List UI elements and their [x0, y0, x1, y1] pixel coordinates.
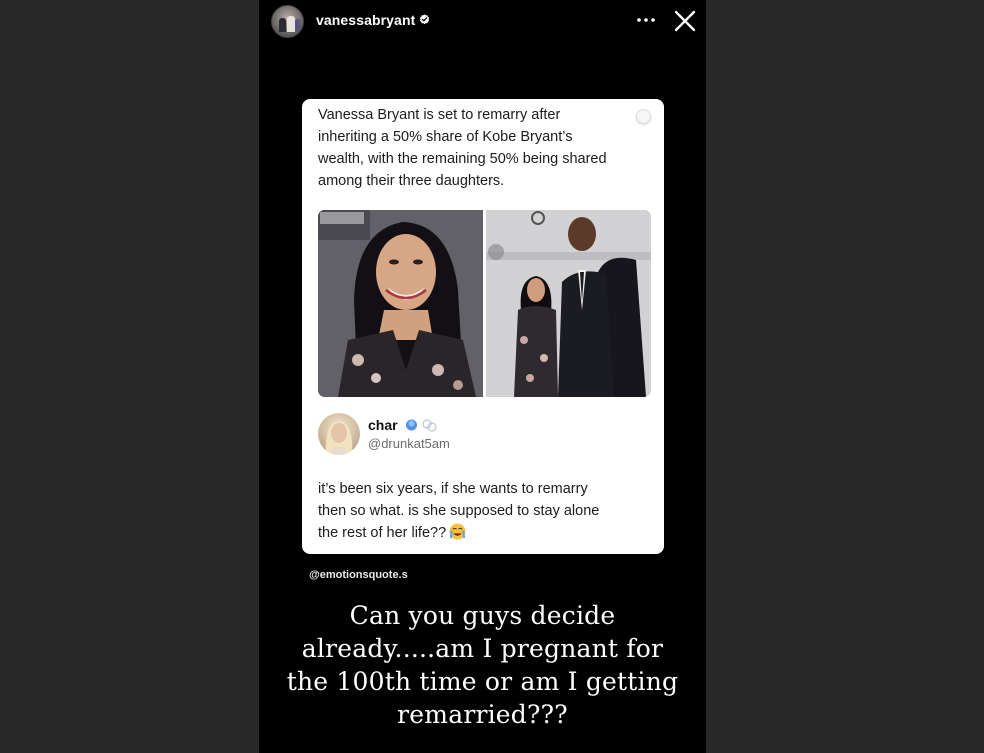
caption-line: Can you guys decide — [349, 601, 616, 630]
reply-text-last: the rest of her life?? — [318, 525, 447, 541]
photo-couple — [486, 210, 651, 397]
reply-text: it’s been six years, if she wants to rem… — [318, 478, 648, 544]
story-caption: Can you guys decide already.....am I pre… — [259, 599, 706, 731]
profile-avatar[interactable] — [271, 5, 304, 38]
post-text-line: inheriting a 50% share of Kobe Bryant’s — [318, 129, 573, 145]
caption-line: already.....am I pregnant for — [301, 634, 664, 663]
post-text-line: among their three daughters. — [318, 173, 505, 189]
reply-avatar[interactable] — [318, 413, 360, 455]
reply-text-line: then so what. is she supposed to stay al… — [318, 503, 600, 519]
post-text-line: wealth, with the remaining 50% being sha… — [318, 151, 607, 167]
backdrop-right — [706, 0, 984, 753]
card-toggle-icon — [636, 109, 651, 124]
loudly-crying-face-icon — [449, 523, 466, 540]
post-text-line: Vanessa Bryant is set to remarry after — [318, 107, 561, 123]
reply-name-emoji-icons — [406, 419, 437, 432]
reply-author-name[interactable]: char — [368, 417, 398, 433]
verified-badge-icon — [419, 14, 430, 25]
reply-text-line: the rest of her life?? — [318, 522, 648, 544]
caption-line: the 100th time or am I getting — [286, 667, 679, 696]
story-header: vanessabryant — [259, 0, 706, 44]
photo-portrait — [318, 210, 483, 397]
embedded-post-card[interactable]: Vanessa Bryant is set to remarry after i… — [302, 99, 664, 554]
backdrop-left — [0, 0, 259, 753]
more-options-icon[interactable] — [635, 10, 657, 30]
post-photos[interactable] — [318, 210, 651, 397]
caption-line: remarried??? — [397, 700, 568, 729]
username[interactable]: vanessabryant — [316, 12, 415, 28]
post-text: Vanessa Bryant is set to remarry after i… — [318, 104, 648, 192]
close-icon[interactable] — [673, 9, 697, 33]
source-mention[interactable]: @emotionsquote.s — [309, 569, 408, 581]
reply-text-line: it’s been six years, if she wants to rem… — [318, 481, 588, 497]
story-viewer: vanessabryant Vanessa Bryant is set to r… — [259, 0, 706, 753]
reply-author-handle[interactable]: @drunkat5am — [368, 436, 450, 451]
